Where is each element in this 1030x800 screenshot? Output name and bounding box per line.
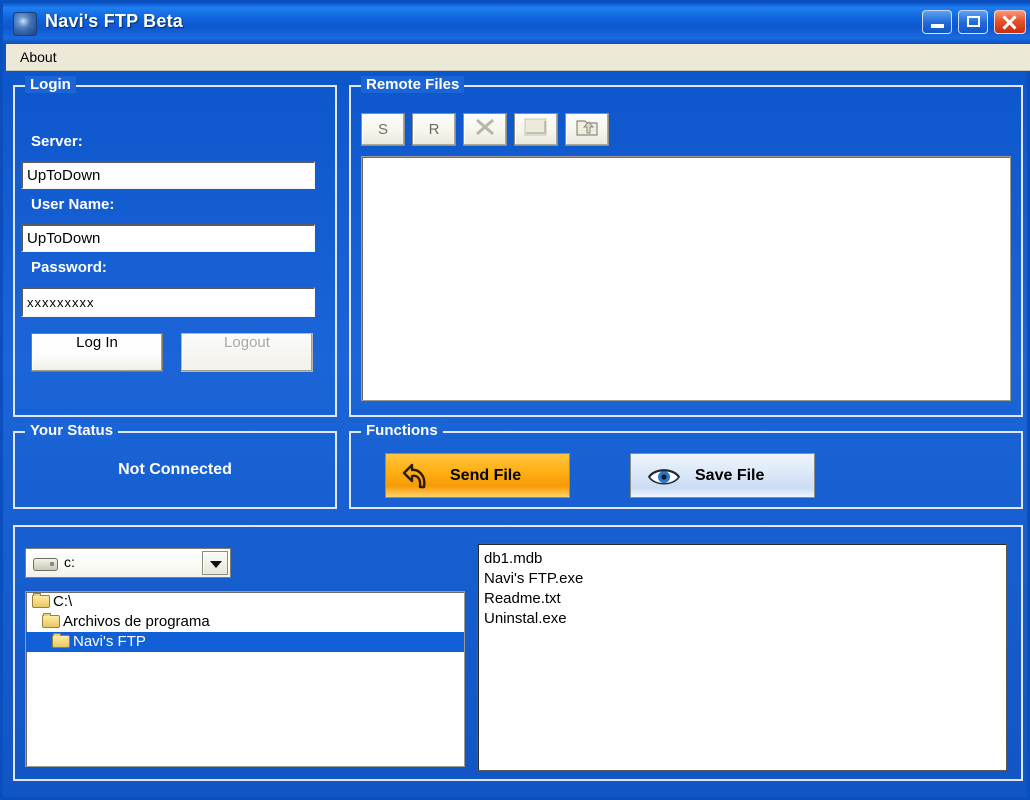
folder-icon xyxy=(52,635,70,648)
drive-icon xyxy=(33,558,58,571)
tree-item-label: Archivos de programa xyxy=(63,613,210,630)
password-label: Password: xyxy=(31,259,107,276)
folder-icon xyxy=(42,615,60,628)
tree-item-label: Navi's FTP xyxy=(73,633,146,650)
chevron-down-icon[interactable] xyxy=(202,551,228,575)
delete-x-icon xyxy=(473,116,497,138)
local-file-list[interactable]: db1.mdbNavi's FTP.exeReadme.txtUninstal.… xyxy=(477,543,1007,771)
save-file-label: Save File xyxy=(695,454,764,497)
maximize-button[interactable] xyxy=(958,10,988,34)
server-label: Server: xyxy=(31,133,83,150)
directory-tree[interactable]: C:\ Archivos de programa Navi's FTP xyxy=(25,591,465,767)
file-list-item[interactable]: Uninstal.exe xyxy=(484,609,1006,629)
window-title: Navi's FTP Beta xyxy=(45,11,183,32)
status-group-title: Your Status xyxy=(25,422,118,439)
send-file-label: Send File xyxy=(450,454,521,497)
eye-icon xyxy=(647,465,681,489)
curved-arrow-icon xyxy=(402,461,436,493)
login-button-label: Log In xyxy=(76,334,118,351)
tree-item[interactable]: Navi's FTP xyxy=(26,632,464,652)
minimize-icon xyxy=(931,24,944,28)
tree-item[interactable]: C:\ xyxy=(26,592,464,612)
close-button[interactable] xyxy=(994,10,1026,34)
app-window: Navi's FTP Beta About Login Server: User… xyxy=(0,0,1030,800)
functions-group-title: Functions xyxy=(361,422,443,439)
app-icon xyxy=(13,12,37,36)
tree-item-label: C:\ xyxy=(53,593,72,610)
title-bar: Navi's FTP Beta xyxy=(3,3,1030,44)
receive-toolbar-button[interactable]: R xyxy=(412,113,456,146)
password-input[interactable] xyxy=(21,287,315,317)
username-input[interactable] xyxy=(21,224,315,252)
folder-up-icon xyxy=(575,116,599,138)
menu-bar: About xyxy=(6,44,1030,71)
new-folder-toolbar-button[interactable] xyxy=(514,113,558,146)
server-input[interactable] xyxy=(21,161,315,189)
menu-item-about[interactable]: About xyxy=(15,48,62,66)
minimize-button[interactable] xyxy=(922,10,952,34)
tree-item[interactable]: Archivos de programa xyxy=(26,612,464,632)
send-toolbar-button[interactable]: S xyxy=(361,113,405,146)
login-group-title: Login xyxy=(25,76,76,93)
login-button[interactable]: Log In xyxy=(31,333,163,372)
drive-select[interactable]: c: xyxy=(25,548,231,578)
folder-icon xyxy=(32,595,50,608)
delete-toolbar-button[interactable] xyxy=(463,113,507,146)
logout-button-label: Logout xyxy=(224,334,270,351)
receive-toolbar-label: R xyxy=(429,121,440,138)
file-list-item[interactable]: Readme.txt xyxy=(484,589,1006,609)
send-file-button[interactable]: Send File xyxy=(385,453,570,498)
new-folder-icon xyxy=(523,116,549,138)
save-file-button[interactable]: Save File xyxy=(630,453,815,498)
connection-status-text: Not Connected xyxy=(13,461,337,479)
remote-files-group-title: Remote Files xyxy=(361,76,464,93)
file-list-item[interactable]: Navi's FTP.exe xyxy=(484,569,1006,589)
username-label: User Name: xyxy=(31,196,114,213)
send-toolbar-label: S xyxy=(378,121,388,138)
file-list-item[interactable]: db1.mdb xyxy=(484,549,1006,569)
remote-files-listbox[interactable] xyxy=(361,156,1011,401)
logout-button[interactable]: Logout xyxy=(181,333,313,372)
maximize-icon xyxy=(967,16,980,27)
folder-up-toolbar-button[interactable] xyxy=(565,113,609,146)
drive-select-value: c: xyxy=(64,554,75,570)
